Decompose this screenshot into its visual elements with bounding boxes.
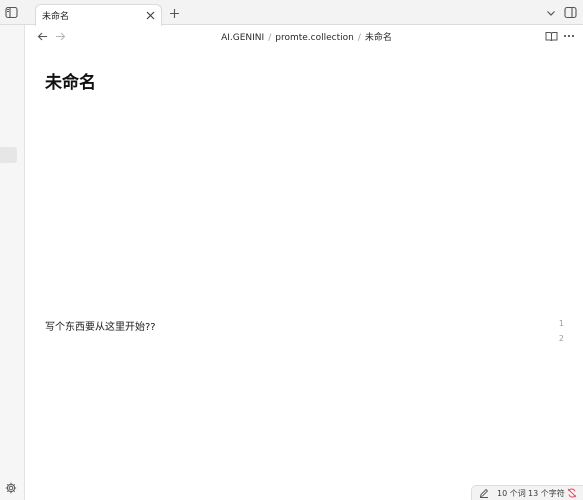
status-bar: 10 个词 13 个字符: [471, 485, 583, 500]
sidebar-toggle-icon[interactable]: [5, 6, 18, 19]
breadcrumb-separator: /: [357, 33, 361, 43]
ribbon-active-indicator: [0, 147, 17, 163]
line-number: 1: [558, 319, 564, 328]
breadcrumb-folder[interactable]: promte.collection: [275, 33, 354, 43]
sync-off-icon[interactable]: [567, 488, 577, 498]
tab-title: 未命名: [42, 12, 70, 22]
book-open-icon[interactable]: [545, 30, 558, 42]
breadcrumb-vault[interactable]: AI.GENINI: [221, 33, 264, 43]
right-sidebar-toggle-icon[interactable]: [564, 6, 577, 19]
note-title[interactable]: 未命名: [45, 68, 96, 93]
close-icon[interactable]: [145, 10, 156, 21]
more-dots-icon[interactable]: [563, 30, 575, 42]
word-count: 10 个词: [497, 489, 526, 498]
note-body-line[interactable]: 写个东西要从这里开始??: [45, 318, 156, 333]
tab-active[interactable]: 未命名: [35, 4, 162, 26]
gear-icon[interactable]: [5, 482, 17, 494]
line-number: 2: [558, 334, 564, 343]
breadcrumb-separator: /: [268, 33, 272, 43]
left-ribbon: [0, 25, 25, 500]
plus-icon[interactable]: [167, 6, 181, 20]
chevron-down-icon[interactable]: [545, 7, 557, 19]
breadcrumb-note[interactable]: 未命名: [365, 33, 392, 43]
pencil-icon[interactable]: [479, 488, 489, 498]
character-count: 13 个字符: [528, 489, 565, 498]
breadcrumb: AI.GENINI / promte.collection / 未命名: [0, 30, 583, 43]
